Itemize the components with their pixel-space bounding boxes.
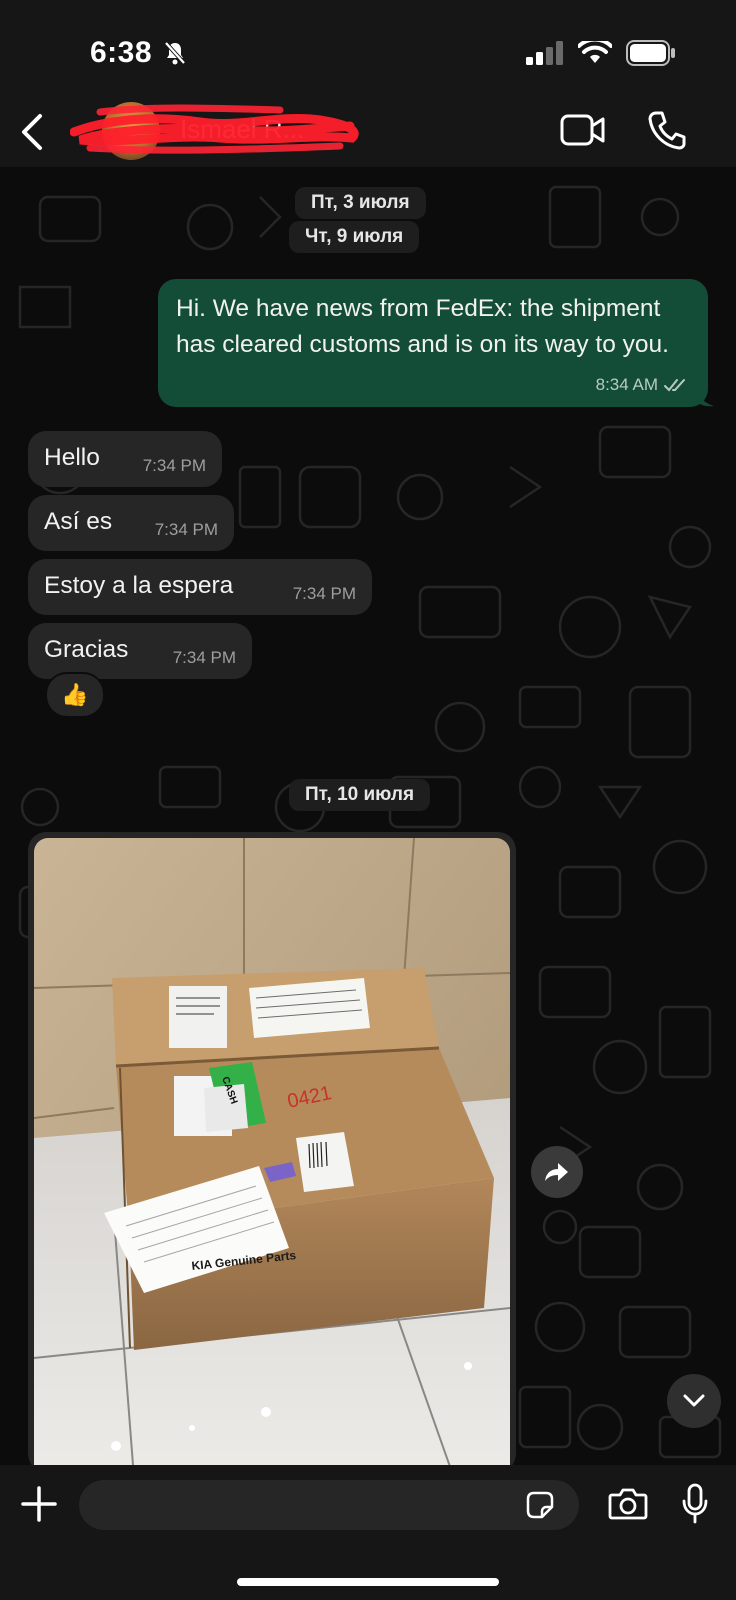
status-bar: 6:38 (0, 0, 736, 100)
home-indicator[interactable] (237, 1578, 499, 1586)
signal-icon (526, 41, 563, 65)
incoming-photo-message[interactable]: CASH 0421 KIA Genuine Parts (28, 832, 516, 1465)
incoming-message[interactable]: Estoy a la espera 7:34 PM (28, 559, 372, 615)
message-text: Así es (44, 508, 113, 535)
package-photo-drawing: CASH 0421 KIA Genuine Parts (34, 838, 510, 1465)
bell-slash-icon (164, 41, 186, 65)
video-camera-icon[interactable] (560, 112, 606, 148)
incoming-message[interactable]: Hello 7:34 PM (28, 431, 222, 487)
wifi-icon (578, 41, 612, 63)
date-pill: Пт, 10 июля (289, 779, 431, 811)
phone-icon[interactable] (648, 110, 686, 150)
message-meta: 8:34 AM (596, 375, 690, 395)
message-time: 7:34 PM (172, 648, 236, 667)
message-input[interactable] (79, 1480, 579, 1530)
chat-header: Ismael R... (0, 100, 736, 167)
chevron-down-icon (683, 1394, 705, 1407)
status-time: 6:38 (90, 36, 153, 69)
incoming-message[interactable]: Gracias 7:34 PM (28, 623, 252, 679)
message-time: 7:34 PM (292, 584, 356, 603)
outgoing-message[interactable]: Hi. We have news from FedEx: the shipmen… (158, 279, 708, 407)
camera-icon[interactable] (608, 1487, 648, 1521)
message-text: Hello (44, 444, 100, 471)
reaction-thumbs-up[interactable]: 👍 (45, 672, 105, 718)
plus-icon[interactable] (20, 1485, 58, 1523)
package-photo[interactable]: CASH 0421 KIA Genuine Parts (34, 838, 510, 1465)
chat-area[interactable]: Пт, 3 июля Чт, 9 июля Hi. We have news f… (0, 167, 736, 1465)
message-time: 7:34 PM (154, 520, 218, 539)
scroll-to-bottom-button[interactable] (667, 1374, 721, 1428)
battery-icon (626, 40, 675, 66)
message-time: 8:34 AM (595, 375, 658, 394)
message-composer (0, 1465, 736, 1600)
message-time: 7:34 PM (142, 456, 206, 475)
incoming-message[interactable]: Así es 7:34 PM (28, 495, 234, 551)
sticker-icon[interactable] (526, 1491, 554, 1519)
double-check-icon (664, 379, 685, 392)
forward-button[interactable] (531, 1146, 583, 1198)
forward-arrow-icon (545, 1163, 568, 1181)
message-text: Hi. We have news from FedEx: the shipmen… (176, 295, 669, 358)
message-text: Gracias (44, 636, 129, 663)
microphone-icon[interactable] (681, 1483, 709, 1525)
date-pill: Пт, 3 июля (295, 187, 426, 219)
back-chevron-icon[interactable] (18, 112, 46, 152)
message-text: Estoy a la espera (44, 572, 234, 599)
redaction-scribble (70, 104, 359, 154)
date-pill: Чт, 9 июля (289, 221, 420, 253)
bubble-tail (696, 385, 714, 407)
